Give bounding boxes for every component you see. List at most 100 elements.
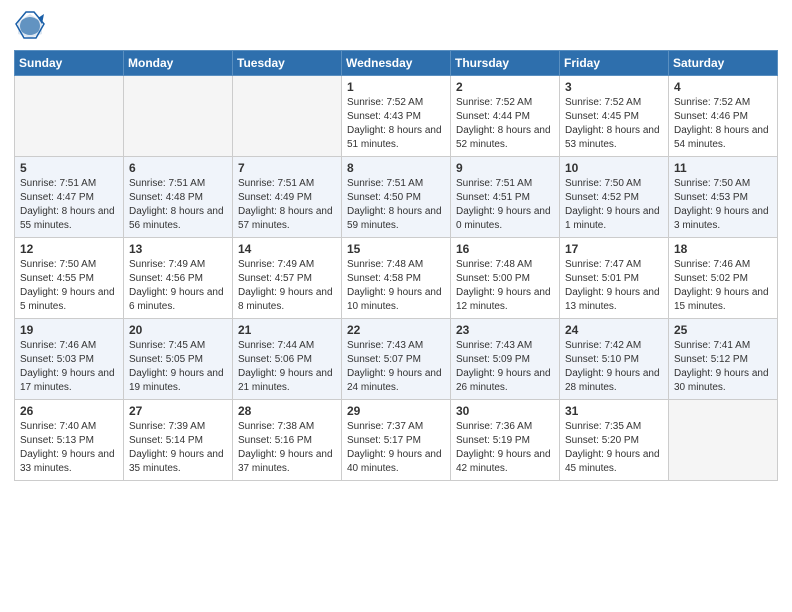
day-info: Sunrise: 7:45 AMSunset: 5:05 PMDaylight:… xyxy=(129,339,227,395)
day-number: 19 xyxy=(20,323,118,337)
day-number: 12 xyxy=(20,242,118,256)
calendar-cell: 25 Sunrise: 7:41 AMSunset: 5:12 PMDayligh… xyxy=(669,319,778,400)
day-info: Sunrise: 7:50 AMSunset: 4:53 PMDaylight:… xyxy=(674,177,772,233)
calendar-cell: 27 Sunrise: 7:39 AMSunset: 5:14 PMDayligh… xyxy=(124,400,233,481)
day-info: Sunrise: 7:49 AMSunset: 4:57 PMDaylight:… xyxy=(238,258,336,314)
day-info: Sunrise: 7:38 AMSunset: 5:16 PMDaylight:… xyxy=(238,420,336,476)
day-info: Sunrise: 7:42 AMSunset: 5:10 PMDaylight:… xyxy=(565,339,663,395)
calendar-cell: 20 Sunrise: 7:45 AMSunset: 5:05 PMDayligh… xyxy=(124,319,233,400)
calendar-cell: 18 Sunrise: 7:46 AMSunset: 5:02 PMDayligh… xyxy=(669,238,778,319)
day-info: Sunrise: 7:39 AMSunset: 5:14 PMDaylight:… xyxy=(129,420,227,476)
calendar-cell: 24 Sunrise: 7:42 AMSunset: 5:10 PMDayligh… xyxy=(560,319,669,400)
calendar-cell: 8 Sunrise: 7:51 AMSunset: 4:50 PMDaylight… xyxy=(342,157,451,238)
calendar-week-row: 1 Sunrise: 7:52 AMSunset: 4:43 PMDaylight… xyxy=(15,76,778,157)
day-number: 8 xyxy=(347,161,445,175)
calendar-week-row: 26 Sunrise: 7:40 AMSunset: 5:13 PMDayligh… xyxy=(15,400,778,481)
day-info: Sunrise: 7:50 AMSunset: 4:52 PMDaylight:… xyxy=(565,177,663,233)
day-number: 24 xyxy=(565,323,663,337)
page: SundayMondayTuesdayWednesdayThursdayFrid… xyxy=(0,0,792,612)
day-number: 22 xyxy=(347,323,445,337)
calendar-week-row: 12Sunrise: 7:50 AMSunset: 4:55 PMDayligh… xyxy=(15,238,778,319)
day-info: Sunrise: 7:43 AMSunset: 5:07 PMDaylight:… xyxy=(347,339,445,395)
day-info: Sunrise: 7:40 AMSunset: 5:13 PMDaylight:… xyxy=(20,420,118,476)
calendar-week-row: 19 Sunrise: 7:46 AMSunset: 5:03 PMDayligh… xyxy=(15,319,778,400)
day-info: Sunrise: 7:52 AMSunset: 4:45 PMDaylight:… xyxy=(565,96,663,152)
weekday-header-monday: Monday xyxy=(124,51,233,76)
day-info: Sunrise: 7:49 AMSunset: 4:56 PMDaylight:… xyxy=(129,258,227,314)
calendar-cell: 1 Sunrise: 7:52 AMSunset: 4:43 PMDaylight… xyxy=(342,76,451,157)
day-info: Sunrise: 7:51 AMSunset: 4:50 PMDaylight:… xyxy=(347,177,445,233)
day-number: 28 xyxy=(238,404,336,418)
calendar-cell xyxy=(124,76,233,157)
day-info: Sunrise: 7:43 AMSunset: 5:09 PMDaylight:… xyxy=(456,339,554,395)
day-number: 26 xyxy=(20,404,118,418)
calendar-week-row: 5 Sunrise: 7:51 AMSunset: 4:47 PMDaylight… xyxy=(15,157,778,238)
calendar-cell: 14 Sunrise: 7:49 AMSunset: 4:57 PMDayligh… xyxy=(233,238,342,319)
calendar-cell: 19 Sunrise: 7:46 AMSunset: 5:03 PMDayligh… xyxy=(15,319,124,400)
calendar-cell: 5 Sunrise: 7:51 AMSunset: 4:47 PMDaylight… xyxy=(15,157,124,238)
weekday-header-thursday: Thursday xyxy=(451,51,560,76)
day-number: 31 xyxy=(565,404,663,418)
day-info: Sunrise: 7:48 AMSunset: 5:00 PMDaylight:… xyxy=(456,258,554,314)
calendar-cell: 2 Sunrise: 7:52 AMSunset: 4:44 PMDaylight… xyxy=(451,76,560,157)
day-number: 27 xyxy=(129,404,227,418)
day-info: Sunrise: 7:51 AMSunset: 4:49 PMDaylight:… xyxy=(238,177,336,233)
day-number: 18 xyxy=(674,242,772,256)
day-number: 7 xyxy=(238,161,336,175)
day-number: 13 xyxy=(129,242,227,256)
day-info: Sunrise: 7:51 AMSunset: 4:47 PMDaylight:… xyxy=(20,177,118,233)
logo-icon xyxy=(14,10,46,42)
weekday-header-sunday: Sunday xyxy=(15,51,124,76)
calendar-cell xyxy=(15,76,124,157)
day-info: Sunrise: 7:47 AMSunset: 5:01 PMDaylight:… xyxy=(565,258,663,314)
calendar-cell: 4 Sunrise: 7:52 AMSunset: 4:46 PMDaylight… xyxy=(669,76,778,157)
calendar-cell: 21Sunrise: 7:44 AMSunset: 5:06 PMDayligh… xyxy=(233,319,342,400)
header xyxy=(14,10,778,42)
day-info: Sunrise: 7:44 AMSunset: 5:06 PMDaylight:… xyxy=(238,339,336,395)
day-number: 5 xyxy=(20,161,118,175)
calendar-table: SundayMondayTuesdayWednesdayThursdayFrid… xyxy=(14,50,778,481)
day-number: 10 xyxy=(565,161,663,175)
day-number: 6 xyxy=(129,161,227,175)
day-number: 3 xyxy=(565,80,663,94)
calendar-cell: 26 Sunrise: 7:40 AMSunset: 5:13 PMDayligh… xyxy=(15,400,124,481)
day-info: Sunrise: 7:48 AMSunset: 4:58 PMDaylight:… xyxy=(347,258,445,314)
day-number: 2 xyxy=(456,80,554,94)
day-info: Sunrise: 7:37 AMSunset: 5:17 PMDaylight:… xyxy=(347,420,445,476)
calendar-cell: 10 Sunrise: 7:50 AMSunset: 4:52 PMDayligh… xyxy=(560,157,669,238)
day-number: 29 xyxy=(347,404,445,418)
day-info: Sunrise: 7:51 AMSunset: 4:48 PMDaylight:… xyxy=(129,177,227,233)
calendar-cell: 7 Sunrise: 7:51 AMSunset: 4:49 PMDaylight… xyxy=(233,157,342,238)
day-info: Sunrise: 7:35 AMSunset: 5:20 PMDaylight:… xyxy=(565,420,663,476)
calendar-cell: 13 Sunrise: 7:49 AMSunset: 4:56 PMDayligh… xyxy=(124,238,233,319)
day-number: 4 xyxy=(674,80,772,94)
calendar-cell: 15Sunrise: 7:48 AMSunset: 4:58 PMDayligh… xyxy=(342,238,451,319)
calendar-cell: 31 Sunrise: 7:35 AMSunset: 5:20 PMDayligh… xyxy=(560,400,669,481)
calendar-cell: 23 Sunrise: 7:43 AMSunset: 5:09 PMDayligh… xyxy=(451,319,560,400)
calendar-cell xyxy=(669,400,778,481)
day-info: Sunrise: 7:46 AMSunset: 5:03 PMDaylight:… xyxy=(20,339,118,395)
weekday-header-saturday: Saturday xyxy=(669,51,778,76)
calendar-cell: 22 Sunrise: 7:43 AMSunset: 5:07 PMDayligh… xyxy=(342,319,451,400)
day-number: 25 xyxy=(674,323,772,337)
calendar-cell: 12Sunrise: 7:50 AMSunset: 4:55 PMDayligh… xyxy=(15,238,124,319)
day-number: 14 xyxy=(238,242,336,256)
calendar-cell: 28 Sunrise: 7:38 AMSunset: 5:16 PMDayligh… xyxy=(233,400,342,481)
day-info: Sunrise: 7:51 AMSunset: 4:51 PMDaylight:… xyxy=(456,177,554,233)
day-info: Sunrise: 7:41 AMSunset: 5:12 PMDaylight:… xyxy=(674,339,772,395)
calendar-cell: 11Sunrise: 7:50 AMSunset: 4:53 PMDayligh… xyxy=(669,157,778,238)
day-number: 9 xyxy=(456,161,554,175)
day-number: 23 xyxy=(456,323,554,337)
day-number: 1 xyxy=(347,80,445,94)
day-info: Sunrise: 7:46 AMSunset: 5:02 PMDaylight:… xyxy=(674,258,772,314)
calendar-cell xyxy=(233,76,342,157)
weekday-header-tuesday: Tuesday xyxy=(233,51,342,76)
day-info: Sunrise: 7:52 AMSunset: 4:43 PMDaylight:… xyxy=(347,96,445,152)
day-info: Sunrise: 7:52 AMSunset: 4:46 PMDaylight:… xyxy=(674,96,772,152)
calendar-cell: 6 Sunrise: 7:51 AMSunset: 4:48 PMDaylight… xyxy=(124,157,233,238)
weekday-header-wednesday: Wednesday xyxy=(342,51,451,76)
logo xyxy=(14,10,50,42)
calendar-cell: 9 Sunrise: 7:51 AMSunset: 4:51 PMDaylight… xyxy=(451,157,560,238)
day-info: Sunrise: 7:52 AMSunset: 4:44 PMDaylight:… xyxy=(456,96,554,152)
day-number: 20 xyxy=(129,323,227,337)
